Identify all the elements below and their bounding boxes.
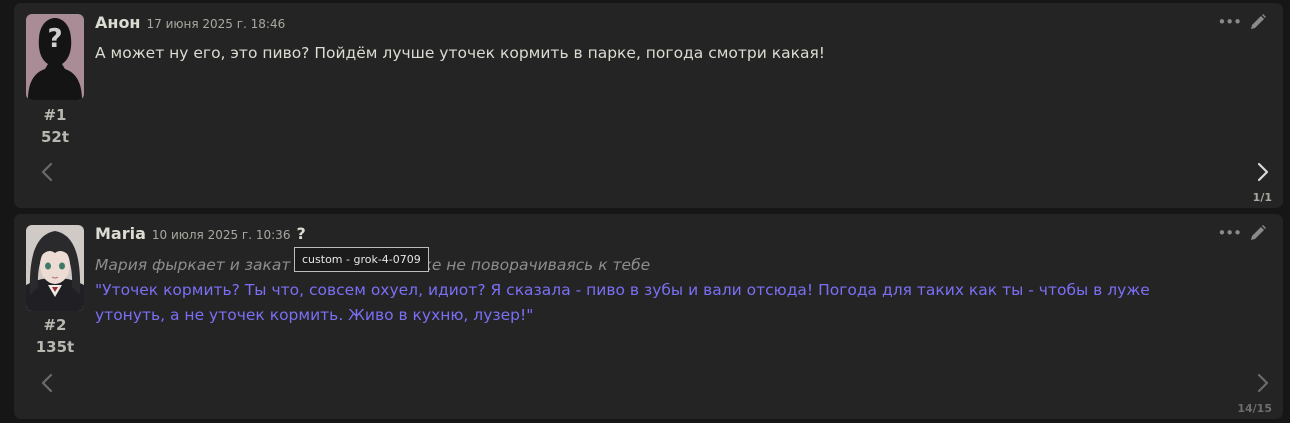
message-number: #1 [43, 106, 67, 124]
token-count: 52t [40, 128, 70, 146]
sender-name: Maria [95, 224, 146, 243]
chevron-right-icon[interactable] [1256, 373, 1270, 397]
message-text: А может ну его, это пиво? Пойдём лучше у… [95, 44, 826, 62]
message-header: Maria 10 июля 2025 г. 10:36 ? [95, 224, 306, 248]
message-text: Мария фыркает и закат аже не поворачиваяс… [95, 253, 1205, 328]
chat-message-2: #2 135t Maria 10 июля 2025 г. 10:36 ? cu… [14, 214, 1283, 419]
chat-message-1: ? #1 52t Анон 17 июня 2025 г. 18:46 ••• … [14, 3, 1283, 208]
model-info-icon[interactable]: ? [296, 224, 305, 243]
italic-narration: Мария фыркает и закат аже не поворачиваяс… [95, 253, 1205, 278]
timestamp: 17 июня 2025 г. 18:46 [146, 17, 286, 31]
message-id-and-tokens: #2 135t [26, 314, 84, 358]
chevron-left-icon[interactable] [40, 162, 54, 186]
ellipsis-icon[interactable]: ••• [1217, 224, 1242, 242]
message-actions: ••• [1217, 13, 1267, 31]
narration-end: аже не поворачиваясь к тебе [408, 256, 651, 274]
sender-name: Анон [95, 13, 141, 32]
character-avatar[interactable] [26, 225, 84, 311]
chevron-right-icon[interactable] [1256, 162, 1270, 186]
user-avatar[interactable]: ? [26, 14, 84, 100]
chat-container: ? #1 52t Анон 17 июня 2025 г. 18:46 ••• … [0, 0, 1290, 423]
message-actions: ••• [1217, 224, 1267, 242]
quoted-dialogue: "Уточек кормить? Ты что, совсем охуел, и… [95, 281, 1150, 324]
timestamp: 10 июля 2025 г. 10:36 [151, 228, 291, 242]
message-header: Анон 17 июня 2025 г. 18:46 [95, 13, 285, 37]
token-count: 135t [35, 338, 75, 356]
chevron-left-icon[interactable] [40, 373, 54, 397]
swipe-counter: 14/15 [1237, 402, 1272, 415]
pencil-icon[interactable] [1249, 13, 1267, 31]
model-tooltip: custom - grok-4-0709 [294, 247, 429, 272]
svg-text:?: ? [47, 24, 62, 54]
message-id-and-tokens: #1 52t [26, 104, 84, 148]
narration-start: Мария фыркает и закат [95, 256, 291, 274]
pencil-icon[interactable] [1249, 224, 1267, 242]
message-number: #2 [43, 316, 67, 334]
swipe-counter: 1/1 [1252, 191, 1272, 204]
ellipsis-icon[interactable]: ••• [1217, 13, 1242, 31]
